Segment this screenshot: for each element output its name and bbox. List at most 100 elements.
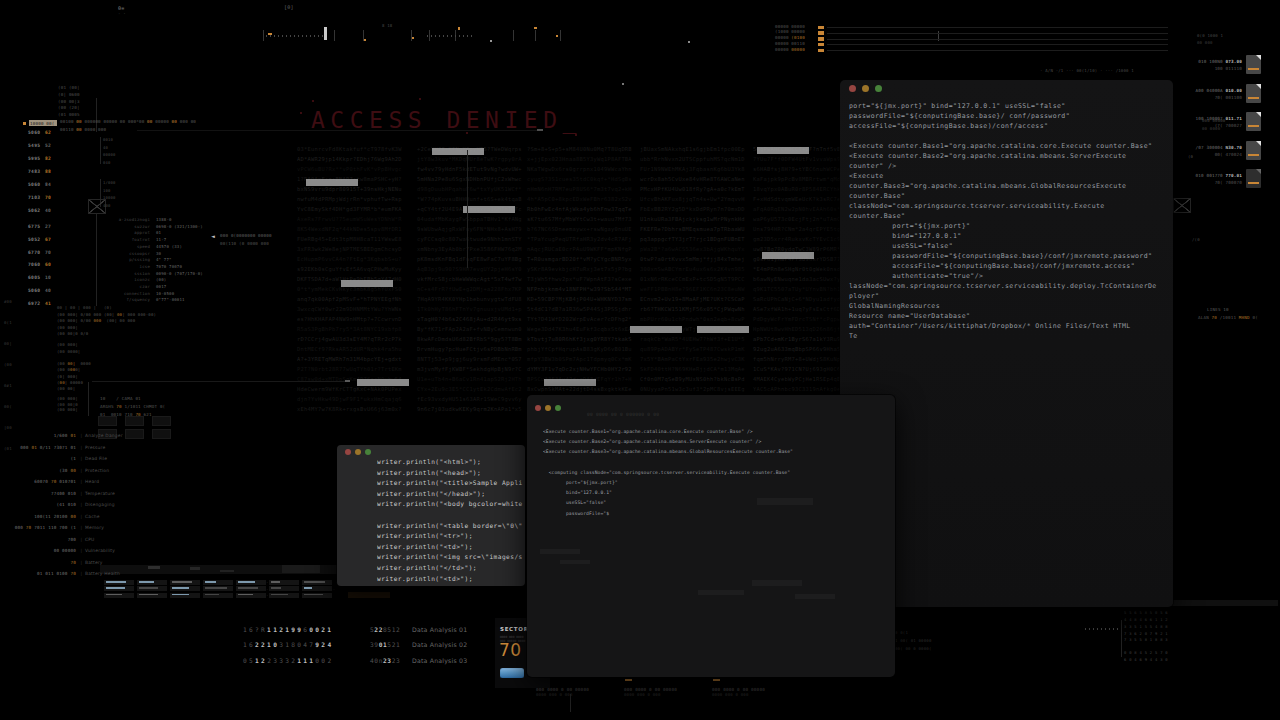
- selection-box: 10000 00(: [29, 120, 57, 126]
- window-controls: [849, 85, 888, 92]
- minimize-button[interactable]: [862, 85, 869, 92]
- text-seg: ARGHS: [100, 404, 116, 409]
- numcol-suffix: 62: [45, 130, 51, 136]
- noise-row: 9n6c7j03udkwKEKy9qrm2KnAPa1*x5: [417, 406, 522, 412]
- legend-numbers: 00000 (0100: [775, 35, 805, 40]
- file-icon[interactable]: [1246, 84, 1261, 103]
- text-seg: (0100: [791, 35, 805, 40]
- text-seg: 01: [70, 433, 76, 438]
- metric-divider: |: [80, 445, 83, 450]
- minimize-button[interactable]: [545, 405, 551, 411]
- metric-divider: |: [80, 537, 83, 542]
- file-item[interactable]: 010 100N0 073.00100 011110: [1190, 55, 1270, 79]
- kv-value: 1388-0: [156, 218, 172, 223]
- terminal-window-left[interactable]: writer.println("<html>"); writer.println…: [337, 445, 525, 586]
- metric-divider: |: [80, 433, 83, 438]
- dotted-line: [1085, 628, 1120, 630]
- kv-label: icse: [75, 265, 150, 270]
- metric-divider: |: [80, 514, 83, 519]
- text-seg: 23332: [267, 657, 297, 664]
- text-seg: (00 00|: [57, 386, 75, 391]
- text-seg: (00 000|: [57, 407, 78, 412]
- legend-line: [827, 50, 1168, 51]
- kv-value: 0698-0 (321/1300-): [156, 225, 203, 230]
- noise-row: b?67NC6SDneemaywx+rswNgay0nuUE: [527, 226, 632, 232]
- zoom-button[interactable]: [555, 405, 561, 411]
- minibar-cell: [302, 593, 332, 598]
- file-icon-fold: [1256, 84, 1261, 89]
- labelcol-b: 400: [103, 204, 110, 209]
- red-fleck: [575, 134, 577, 136]
- text-seg: 7011 110 700 (1: [31, 525, 76, 530]
- close-button[interactable]: [849, 85, 856, 92]
- ruler-tick: [334, 30, 335, 41]
- noise-row: A?+3YRETqMWRh7n31M4bpcYEj+gdxt: [297, 356, 402, 362]
- file-icon-fold: [1256, 112, 1261, 117]
- dotgrid-row: 7 3 5 5 8 1 8 8 3: [1124, 638, 1171, 643]
- close-button[interactable]: [345, 449, 351, 455]
- noise-row: 8NTTj53+p9jgj6uy9rsmFdMEnc*0S7: [417, 356, 522, 362]
- noise-row: pq3appgcfTY3jrT?rjc1BDgnFUBnET: [640, 236, 745, 242]
- metric-value: 1/600 01: [10, 433, 76, 438]
- file-item[interactable]: /07 300004 N30.7000( 470024: [1190, 141, 1270, 165]
- progress-button[interactable]: [500, 668, 524, 678]
- file-label: 100 100007 011.71: [1190, 116, 1242, 121]
- terminal-window-middle[interactable]: <Execute counter.Base1="org.apache.catal…: [527, 395, 895, 677]
- minibar-fill: [139, 581, 154, 583]
- minibar-cell: [104, 586, 134, 591]
- selection-text: 10000 00(: [30, 121, 55, 126]
- file-icon[interactable]: [1246, 169, 1261, 188]
- minibar-fill: [271, 594, 288, 596]
- text-seg: 2210: [255, 641, 279, 648]
- file-item[interactable]: 100 100007 011.71(7( 700027: [1190, 112, 1270, 136]
- labelcol-a: 040: [103, 161, 110, 166]
- red-fleck: [312, 100, 314, 102]
- numcol-value: 5060: [28, 182, 40, 188]
- dotgrid-row: 3 3 5 1 5 5 4 8 8: [1124, 625, 1171, 630]
- file-item[interactable]: A00 04000A 010.0070( 001100: [1190, 84, 1270, 108]
- mid-header: 00 | 00 | 000 | (0): [57, 306, 112, 311]
- hud-tinytext: 00( 00 0 0000(: [895, 647, 932, 652]
- file-icon-bar: [1248, 182, 1259, 184]
- kv-label: czar: [75, 285, 150, 290]
- text-seg: (00 000|: [57, 325, 78, 330]
- labelcol-a: 00000: [103, 153, 115, 158]
- trio-label2: 0000 000 0 000: [536, 693, 573, 698]
- noise-row: s92EKb0sCguYfvEf5A6vqCPHwMuKyy: [297, 266, 402, 272]
- text-seg: 39: [370, 641, 379, 648]
- legend-line: [827, 33, 1168, 34]
- analysis-digits: 16?R11219960021: [243, 626, 333, 633]
- kv-value: 30: [156, 252, 161, 257]
- file-sublabel: 00( 470024: [1190, 152, 1242, 157]
- zoom-button[interactable]: [365, 449, 371, 455]
- text-seg: 00000: [775, 41, 791, 46]
- meta-row: 00110 00 0000 000: [60, 127, 106, 132]
- kv-label: iconzc: [75, 278, 150, 283]
- file-icon[interactable]: [1246, 141, 1261, 160]
- noise-row: HdeCwerm9WfKrCTTgKxC+NAk0PUPex: [297, 386, 402, 392]
- minibar-fill: [205, 587, 227, 589]
- text-seg: | 000 000-00): [122, 312, 156, 317]
- noise-row: ECnvm2+Uv19+8MaAFjME?UKt?CSCaP: [640, 296, 745, 302]
- minimize-button[interactable]: [355, 449, 361, 455]
- noise-row: 3xFR3wk2We8ejNPTMESBEDgmChcsyD: [297, 246, 402, 252]
- noise-row: vkfMrcS8jcbHeWWWqcAgt*5xT4wf7w: [417, 276, 522, 282]
- numcol-suffix: 70: [45, 250, 51, 256]
- file-icon[interactable]: [1246, 55, 1261, 74]
- text-seg: 00: [76, 127, 84, 132]
- labelcol-a: 40: [103, 146, 108, 151]
- mid-right-row: ARGHS 70 1/1011 CHMOT 0(: [100, 404, 165, 409]
- noise-row: mfpY3BW3b0SPm7Apc1Tdpmyq0Cx*mK: [527, 356, 632, 362]
- numcol-suffix: 70: [45, 195, 51, 201]
- noise-row: weFF1PBBnH8e?96EF1KC6n23C8euNW: [640, 286, 745, 292]
- file-item[interactable]: 010 001770 770.0170( 700070: [1190, 169, 1270, 193]
- progress-line-cap: [345, 380, 350, 382]
- arrow-text: 000 0(0000000 00000: [220, 233, 272, 238]
- text-seg: (00 0: [57, 367, 70, 372]
- leftedge-mark: (00: [4, 363, 12, 368]
- close-button[interactable]: [535, 405, 541, 411]
- noise-row: dYMY3F1v7qDc2xjNHwYFCHb0HY2r92: [527, 366, 632, 372]
- code-text: writer.println("<html>"); writer.println…: [377, 457, 525, 584]
- file-icon[interactable]: [1246, 112, 1261, 131]
- zoom-button[interactable]: [875, 85, 882, 92]
